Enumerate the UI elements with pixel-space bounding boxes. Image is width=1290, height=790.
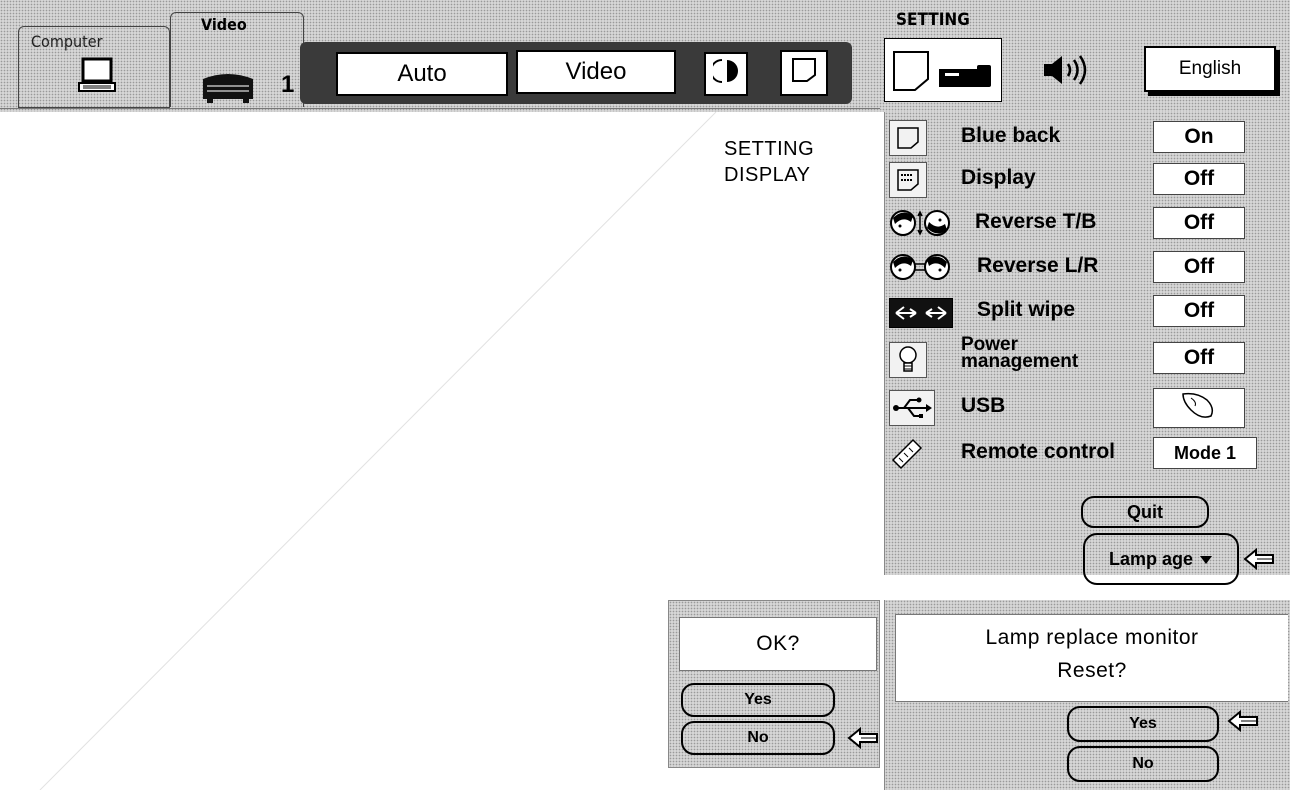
lamp-message-line2: Reset? <box>1057 659 1127 682</box>
projector-icon <box>937 63 993 94</box>
color-button[interactable] <box>704 52 748 96</box>
setting-display-label: SETTING DISPLAY <box>724 136 814 188</box>
row-label: Split wipe <box>977 298 1076 321</box>
menu-row-split-wipe[interactable]: Split wipe Off <box>885 290 1290 332</box>
left-arrow-icon <box>1227 709 1258 733</box>
left-arrow-icon <box>1243 547 1274 571</box>
tab-video[interactable]: Video 1 <box>170 12 304 107</box>
ok-no-button[interactable]: No <box>681 721 835 755</box>
lamp-yes-button[interactable]: Yes <box>1067 706 1219 742</box>
tab-computer[interactable]: Computer <box>18 26 170 108</box>
menu-row-blue-back[interactable]: Blue back On <box>885 116 1290 158</box>
ok-message: OK? <box>679 617 877 671</box>
video-system-button[interactable]: Video <box>516 50 676 94</box>
scan-line <box>39 112 717 790</box>
tab-video-label: Video <box>201 15 247 34</box>
side-label-line1: SETTING <box>724 138 815 160</box>
screen-icon <box>790 56 818 91</box>
row-label: Remote control <box>961 440 1116 463</box>
blue-back-icon <box>889 120 927 156</box>
row-value[interactable]: Off <box>1153 342 1245 374</box>
lamp-age-label: Lamp age <box>1108 548 1194 569</box>
tab-computer-label: Computer <box>31 32 103 51</box>
language-button[interactable]: English <box>1144 46 1276 92</box>
menu-row-usb[interactable]: USB <box>885 386 1290 428</box>
lamp-message-line1: Lamp replace monitor <box>985 626 1199 649</box>
row-value[interactable]: Off <box>1153 207 1245 239</box>
screen-button[interactable] <box>780 50 828 96</box>
lamp-age-button[interactable]: Lamp age <box>1083 533 1239 585</box>
lamp-no-button[interactable]: No <box>1067 746 1219 782</box>
menu-row-remote-control[interactable]: Remote control Mode 1 <box>885 432 1290 474</box>
row-label: USB <box>961 394 1006 417</box>
laptop-icon <box>77 55 117 100</box>
row-value[interactable]: Off <box>1153 163 1245 195</box>
reverse-lr-icon <box>889 250 951 284</box>
row-label: Reverse T/B <box>975 210 1097 233</box>
usb-icon <box>889 390 935 426</box>
chevron-down-icon <box>1199 549 1213 570</box>
bulb-icon <box>889 342 927 378</box>
row-value[interactable]: Off <box>1153 251 1245 283</box>
menu-row-power-management[interactable]: Power management Off <box>885 334 1290 382</box>
row-value[interactable]: On <box>1153 121 1245 153</box>
row-label: Display <box>961 166 1036 189</box>
lamp-reset-dialog: Lamp replace monitor Reset? Yes No <box>884 600 1290 790</box>
reverse-tb-icon <box>889 206 951 240</box>
side-label-line2: DISPLAY <box>724 164 811 186</box>
contrast-icon <box>710 57 739 92</box>
row-label: Power management <box>961 335 1079 372</box>
mouse-icon <box>1177 390 1221 426</box>
split-wipe-icon <box>889 298 953 328</box>
row-value[interactable]: Off <box>1153 295 1245 327</box>
setting-label: SETTING <box>896 10 970 30</box>
auto-button[interactable]: Auto <box>336 52 508 96</box>
row-label: Blue back <box>961 124 1061 147</box>
row-value[interactable] <box>1153 388 1245 428</box>
menu-bar: Computer Video 1 Auto Video SETTING Engl… <box>0 0 1290 112</box>
menu-row-reverse-tb[interactable]: Reverse T/B Off <box>885 202 1290 244</box>
row-value[interactable]: Mode 1 <box>1153 437 1257 469</box>
ok-dialog: OK? Yes No <box>668 600 880 768</box>
input-number: 1 <box>281 71 295 98</box>
quit-button[interactable]: Quit <box>1081 496 1209 528</box>
lamp-message: Lamp replace monitor Reset? <box>895 614 1288 702</box>
screen-icon <box>891 49 931 98</box>
menu-row-display[interactable]: Display Off <box>885 158 1290 200</box>
display-icon <box>889 162 927 198</box>
menu-row-reverse-lr[interactable]: Reverse L/R Off <box>885 246 1290 288</box>
setting-menu: Blue back On Display Off Reverse T/B Off… <box>884 112 1290 585</box>
ok-yes-button[interactable]: Yes <box>681 683 835 717</box>
setting-tab[interactable] <box>884 38 1002 102</box>
left-arrow-icon <box>847 726 878 750</box>
row-label: Reverse L/R <box>977 254 1099 277</box>
vcr-icon <box>199 69 257 110</box>
remote-icon <box>889 436 925 470</box>
row-label-line2: management <box>961 351 1079 372</box>
speaker-icon[interactable] <box>1040 52 1094 93</box>
